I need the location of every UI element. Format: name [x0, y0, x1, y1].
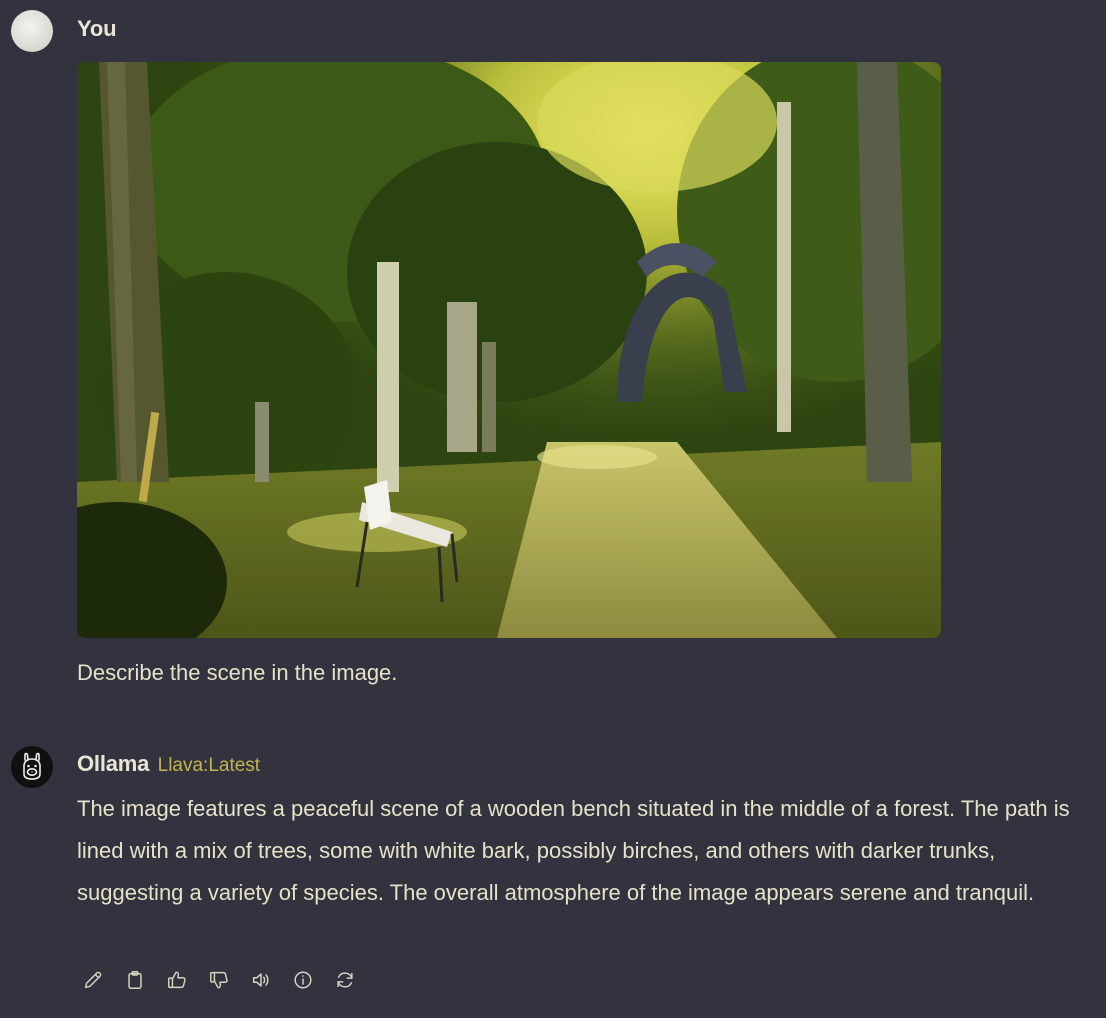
ollama-llama-icon: [11, 746, 53, 788]
user-sender-line: You: [77, 10, 1086, 46]
thumbs-up-icon: [168, 971, 186, 989]
attached-image[interactable]: [77, 62, 941, 638]
chat-window: You Describe the scene in the image. Oll…: [0, 0, 1106, 1018]
user-message-body: You Describe the scene in the image.: [77, 10, 1086, 685]
info-icon: [294, 971, 312, 989]
pencil-icon: [84, 971, 102, 989]
clipboard-icon: [128, 971, 142, 989]
model-tag: Llava:Latest: [157, 755, 261, 776]
speaker-icon: [252, 973, 269, 987]
refresh-icon: [337, 972, 353, 988]
thumbs-down-icon: [210, 971, 228, 989]
bad-response-button[interactable]: [203, 964, 235, 996]
good-response-button[interactable]: [161, 964, 193, 996]
edit-button[interactable]: [77, 964, 109, 996]
user-prompt-text: Describe the scene in the image.: [77, 660, 398, 685]
assistant-sender-line: Ollama Llava:Latest: [77, 746, 1086, 782]
copy-button[interactable]: [119, 964, 151, 996]
assistant-sender-name: Ollama: [77, 751, 150, 776]
user-sender-name: You: [77, 16, 117, 41]
user-avatar: [11, 10, 53, 52]
generation-info-button[interactable]: [287, 964, 319, 996]
assistant-message-body: Ollama Llava:Latest The image features a…: [77, 746, 1086, 905]
assistant-response-text: The image features a peaceful scene of a…: [77, 796, 1070, 905]
read-aloud-button[interactable]: [245, 964, 277, 996]
regenerate-button[interactable]: [329, 964, 361, 996]
message-actions: [77, 964, 361, 996]
